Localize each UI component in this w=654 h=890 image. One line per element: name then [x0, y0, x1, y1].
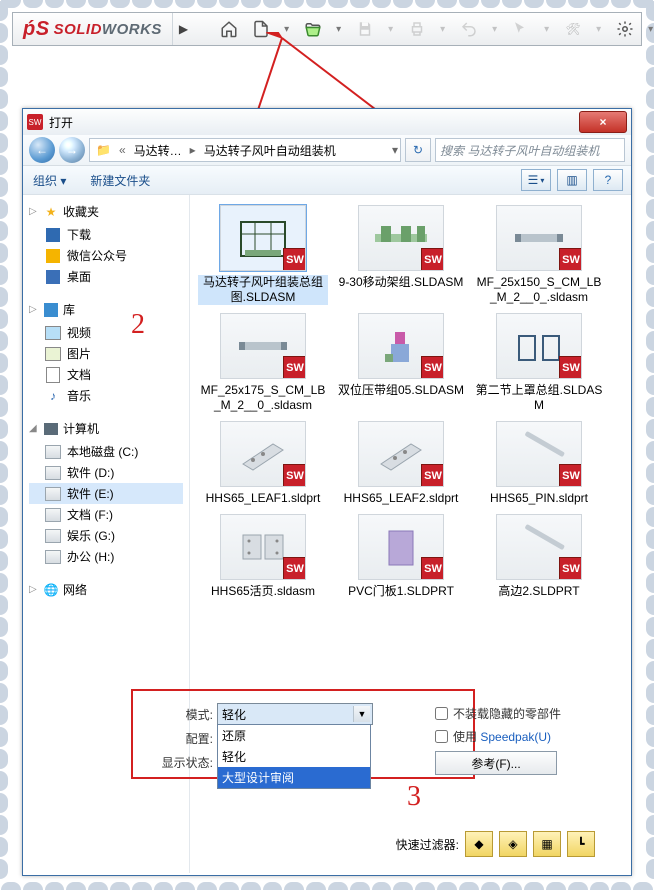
filter-top-level-button[interactable]: ┗	[567, 831, 595, 857]
solidworks-logo: ṕS SOLIDWORKS	[13, 13, 173, 45]
undo-icon[interactable]	[460, 20, 478, 38]
menu-expand-icon[interactable]: ▶	[173, 22, 194, 36]
tree-item-downloads[interactable]: 下载	[29, 224, 183, 245]
file-item[interactable]: SWHHS65活页.sldasm	[198, 514, 328, 599]
preview-pane-button[interactable]: ▥	[557, 169, 587, 191]
new-file-icon[interactable]	[252, 20, 270, 38]
file-item[interactable]: SW第二节上罩总组.SLDASM	[474, 313, 604, 413]
tree-item-drive-d[interactable]: 软件 (D:)	[29, 462, 183, 483]
tree-item-drive-f[interactable]: 文档 (F:)	[29, 504, 183, 525]
file-item[interactable]: SWMF_25x150_S_CM_LB_M_2__0_.sldasm	[474, 205, 604, 305]
file-item[interactable]: SW高边2.SLDPRT	[474, 514, 604, 599]
file-item[interactable]: SW9-30移动架组.SLDASM	[336, 205, 466, 305]
quick-filter-label: 快速过滤器:	[396, 836, 459, 853]
references-button[interactable]: 参考(F)...	[435, 751, 557, 775]
filter-assemblies-button[interactable]: ◈	[499, 831, 527, 857]
tree-computer[interactable]: ◢计算机	[29, 420, 183, 437]
open-file-icon[interactable]	[304, 20, 322, 38]
tree-item-drive-e[interactable]: 软件 (E:)	[29, 483, 183, 504]
print-icon[interactable]	[408, 20, 426, 38]
dialog-app-icon: SW	[27, 114, 43, 130]
file-item[interactable]: SWHHS65_PIN.sldprt	[474, 421, 604, 506]
tree-item-drive-c[interactable]: 本地磁盘 (C:)	[29, 441, 183, 462]
tree-item-pictures[interactable]: 图片	[29, 343, 183, 364]
file-item[interactable]: SWHHS65_LEAF1.sldprt	[198, 421, 328, 506]
tree-item-music[interactable]: ♪音乐	[29, 385, 183, 406]
new-folder-button[interactable]: 新建文件夹	[90, 172, 150, 189]
nav-back-button[interactable]: ←	[29, 137, 55, 163]
organize-menu[interactable]: 组织 ▾	[33, 172, 66, 189]
mode-option-restore[interactable]: 还原	[218, 725, 370, 746]
tree-network[interactable]: ▷🌐网络	[29, 581, 183, 598]
options-icon[interactable]	[616, 20, 634, 38]
chk-hidden-parts[interactable]: 不装载隐藏的零部件	[435, 705, 595, 722]
select-icon[interactable]	[512, 20, 530, 38]
annotation-3: 3	[407, 781, 421, 813]
help-button[interactable]: ?	[593, 169, 623, 191]
save-icon[interactable]	[356, 20, 374, 38]
rebuild-icon[interactable]: 🛠	[564, 20, 582, 38]
breadcrumb[interactable]: 📁 « 马达转… ▸ 马达转子风叶自动组装机 ▾	[89, 138, 401, 162]
display-state-label: 显示状态:	[143, 754, 217, 771]
open-dialog: SW 打开 × ← → 📁 « 马达转… ▸ 马达转子风叶自动组装机 ▾ ↻ 搜…	[22, 108, 632, 876]
mode-option-large-design-review[interactable]: 大型设计审阅	[218, 767, 370, 788]
tree-item-wechat[interactable]: 微信公众号	[29, 245, 183, 266]
solidworks-toolbar: ṕS SOLIDWORKS ▶ ▾ ▾ ▾ ▾ ▾ ▾ 🛠▾ ▾	[12, 12, 642, 46]
tree-favorites[interactable]: ▷★收藏夹	[29, 203, 183, 220]
file-item[interactable]: SWPVC门板1.SLDPRT	[336, 514, 466, 599]
tree-item-desktop[interactable]: 桌面	[29, 266, 183, 287]
annotation-2b: 2	[131, 309, 145, 341]
refresh-button[interactable]: ↻	[405, 138, 431, 162]
tree-item-documents[interactable]: 文档	[29, 364, 183, 385]
mode-option-lightweight[interactable]: 轻化	[218, 746, 370, 767]
search-input[interactable]: 搜索 马达转子风叶自动组装机	[435, 138, 625, 162]
mode-dropdown[interactable]: 轻化▼ 还原 轻化 大型设计审阅	[217, 703, 373, 725]
file-item[interactable]: SW双位压带组05.SLDASM	[336, 313, 466, 413]
close-button[interactable]: ×	[579, 111, 627, 133]
view-mode-button[interactable]: ☰▾	[521, 169, 551, 191]
tree-item-videos[interactable]: 视频	[29, 322, 183, 343]
mode-dropdown-popup: 还原 轻化 大型设计审阅	[217, 724, 371, 789]
mode-label: 模式:	[143, 706, 217, 723]
file-item[interactable]: SWMF_25x175_S_CM_LB_M_2__0_.sldasm	[198, 313, 328, 413]
nav-forward-button[interactable]: →	[59, 137, 85, 163]
file-item[interactable]: SW马达转子风叶组装总组图.SLDASM	[198, 205, 328, 305]
dialog-title: 打开	[49, 114, 73, 131]
tree-item-drive-g[interactable]: 娱乐 (G:)	[29, 525, 183, 546]
chk-speedpak[interactable]: 使用 Speedpak(U)	[435, 728, 595, 745]
config-label: 配置:	[143, 730, 217, 747]
file-item[interactable]: SWHHS65_LEAF2.sldprt	[336, 421, 466, 506]
home-icon[interactable]	[220, 20, 238, 38]
tree-item-drive-h[interactable]: 办公 (H:)	[29, 546, 183, 567]
filter-parts-button[interactable]: ◆	[465, 831, 493, 857]
tree-libraries[interactable]: ▷库	[29, 301, 183, 318]
filter-drawings-button[interactable]: ▦	[533, 831, 561, 857]
